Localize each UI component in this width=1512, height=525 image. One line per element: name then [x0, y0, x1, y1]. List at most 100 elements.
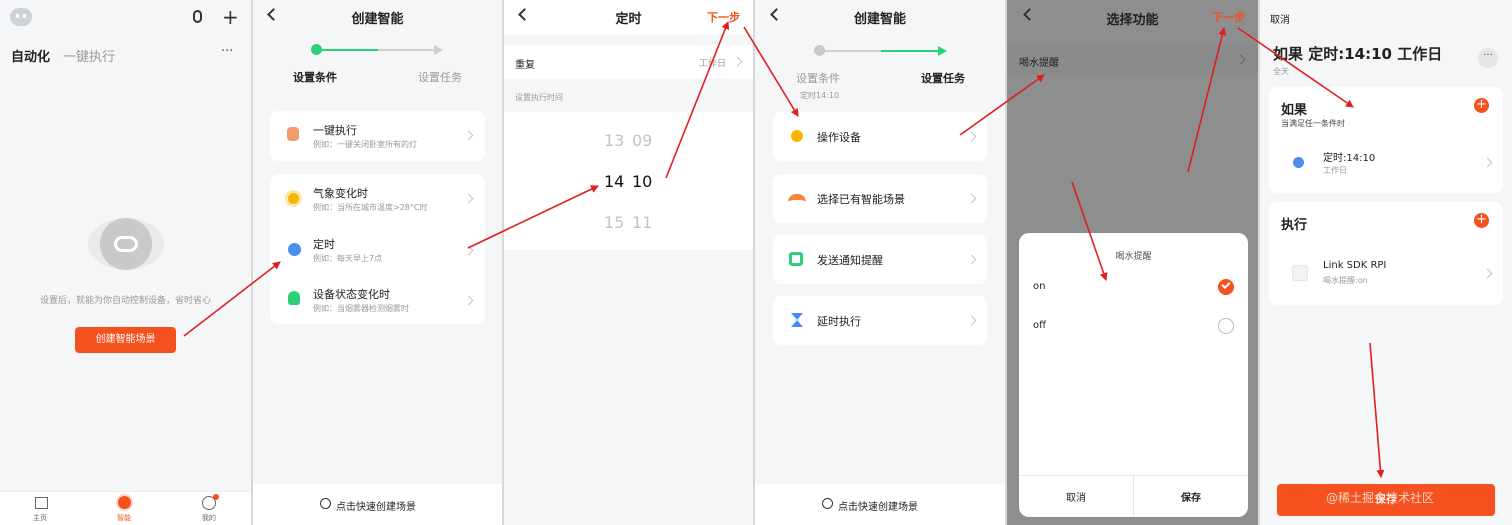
list-item-weather[interactable]: 气象变化时 例如：当所在城市温度>28°C时: [270, 174, 485, 224]
sheet-save-button[interactable]: 保存: [1134, 489, 1248, 504]
hand-tap-icon: [287, 127, 299, 141]
tab-automation[interactable]: 自动化: [11, 46, 50, 65]
hourglass-icon: [791, 313, 803, 320]
device-icon: [1292, 265, 1308, 281]
quick-create-footer[interactable]: 点击快速创建场景: [755, 484, 1005, 525]
list-item-device-state[interactable]: 设备状态变化时 例如：当烟雾器检测烟雾时: [270, 278, 485, 324]
more-icon[interactable]: ···: [221, 44, 233, 59]
list-item-oneclick[interactable]: 一键执行 例如：一键关闭卧室所有的灯: [270, 111, 485, 161]
if-title: 如果: [1281, 103, 1308, 118]
time-picker[interactable]: 13 09 14 10 15 11: [504, 112, 753, 250]
task-item-existing-scene[interactable]: 选择已有智能场景: [773, 174, 987, 223]
add-task-icon[interactable]: +: [1474, 213, 1489, 228]
panel-home-automation: + 自动化 一键执行 ··· 设置后，就能为你自动控制设备，省时省心 创建智能场…: [0, 0, 251, 525]
tab-oneclick[interactable]: 一键执行: [63, 46, 115, 65]
chevron-right-icon: [1482, 268, 1493, 279]
arrow-up-circle-icon: [822, 498, 833, 509]
chevron-right-icon: [463, 130, 474, 141]
more-icon[interactable]: ···: [1478, 48, 1498, 68]
home-icon[interactable]: [35, 497, 48, 509]
step1-label: 设置条件: [796, 72, 840, 85]
add-condition-icon[interactable]: +: [1474, 98, 1489, 113]
picker-minute[interactable]: 11: [632, 213, 652, 232]
unchecked-radio-icon[interactable]: [1218, 318, 1234, 334]
chevron-right-icon: [966, 131, 977, 142]
sunrise-icon: [788, 194, 806, 202]
footer-label: 点击快速创建场景: [336, 502, 416, 513]
next-step-button[interactable]: 下一步: [707, 9, 740, 25]
step-arrow-icon: [434, 45, 443, 55]
condition-group-card: 气象变化时 例如：当所在城市温度>28°C时 定时 例如：每天早上7点 设备状态…: [270, 174, 485, 324]
item-title: 一键执行: [313, 124, 357, 137]
watermark: @稀土掘金技术社区: [1326, 491, 1435, 505]
sheet-cancel-button[interactable]: 取消: [1019, 489, 1133, 504]
picker-minute[interactable]: 09: [632, 131, 652, 150]
nav-home-label[interactable]: 主页: [33, 513, 47, 523]
sheet-title: 喝水提醒: [1115, 252, 1152, 262]
clock-icon: [1293, 157, 1304, 168]
arrow-up-circle-icon: [320, 498, 331, 509]
page-title: 创建智能: [853, 12, 906, 27]
cancel-button[interactable]: 取消: [1270, 11, 1290, 26]
screenshot-strip: + 自动化 一键执行 ··· 设置后，就能为你自动控制设备，省时省心 创建智能场…: [0, 0, 1512, 525]
next-step-button[interactable]: 下一步: [1212, 9, 1245, 25]
picker-hour[interactable]: 15: [604, 213, 624, 232]
step1-sub: 定时14:10: [800, 91, 840, 100]
repeat-row[interactable]: 重复 工作日: [504, 45, 753, 79]
nav-smart-label[interactable]: 智能: [117, 513, 131, 523]
panel-timer: 定时 下一步 重复 工作日 设置执行时间 13 09 14 10 15 11: [504, 0, 753, 525]
empty-hint: 设置后，就能为你自动控制设备，省时省心: [39, 296, 211, 306]
task-item-send-notification[interactable]: 发送通知提醒: [773, 235, 987, 284]
picker-hour[interactable]: 13: [604, 131, 624, 150]
robot-avatar-icon[interactable]: [10, 8, 32, 26]
chevron-right-icon: [966, 315, 977, 326]
if-condition-mode[interactable]: 当满足任一条件时: [1281, 118, 1345, 129]
option-on-label[interactable]: on: [1033, 281, 1045, 292]
chevron-right-icon: [1482, 157, 1493, 168]
footer-label: 点击快速创建场景: [838, 502, 918, 513]
list-item-timer[interactable]: 定时 例如：每天早上7点: [270, 226, 485, 276]
item-title: 气象变化时: [313, 187, 368, 200]
create-scene-button[interactable]: 创建智能场景: [75, 327, 176, 353]
step-arrow-icon: [938, 46, 947, 56]
nav-me-label[interactable]: 我的: [202, 513, 216, 523]
exec-title: 执行: [1281, 218, 1308, 233]
function-label: 喝水提醒: [1019, 58, 1059, 69]
step-progress-done: [322, 49, 378, 51]
notification-dot: [213, 494, 219, 500]
item-title: 定时: [313, 238, 335, 251]
add-icon[interactable]: +: [222, 7, 239, 27]
chevron-right-icon: [966, 193, 977, 204]
scene-subtitle: 全天: [1273, 67, 1289, 76]
task-item-device[interactable]: Link SDK RPI 喝水提醒:on: [1269, 256, 1503, 296]
item-title: 发送通知提醒: [817, 254, 883, 267]
item-sub: 例如：一键关闭卧室所有的灯: [313, 140, 417, 149]
step2-label: 设置任务: [921, 72, 965, 85]
checked-radio-icon[interactable]: [1218, 279, 1234, 295]
function-row[interactable]: 喝水提醒: [1007, 44, 1258, 74]
panel-create-smart-tasks: 创建智能 设置条件 定时14:10 设置任务 操作设备 选择已有智能场景 发送通…: [755, 0, 1005, 525]
scene-title[interactable]: 如果 定时:14:10 工作日: [1273, 43, 1442, 64]
panel-create-smart-conditions: 创建智能 设置条件 设置任务 一键执行 例如：一键关闭卧室所有的灯 气象变化时 …: [253, 0, 502, 525]
step-progress-todo: [378, 49, 436, 51]
sun-icon: [288, 193, 299, 204]
picker-minute-selected[interactable]: 10: [632, 172, 652, 191]
hourglass-icon-bottom: [791, 320, 803, 327]
picker-hour-selected[interactable]: 14: [604, 172, 624, 191]
microphone-icon[interactable]: [193, 10, 202, 23]
bottom-nav: 主页 智能 我的: [0, 491, 251, 525]
item-sub: 例如：每天早上7点: [313, 254, 383, 263]
task-item-operate-device[interactable]: 操作设备: [773, 112, 987, 161]
step-progress-active: [881, 50, 939, 52]
condition-item-timer[interactable]: 定时:14:10 工作日: [1269, 143, 1503, 183]
quick-create-footer[interactable]: 点击快速创建场景: [253, 484, 502, 525]
chevron-right-icon: [463, 295, 474, 306]
item-title: 操作设备: [817, 131, 861, 144]
option-off-label[interactable]: off: [1033, 320, 1046, 331]
step1-dot: [311, 44, 322, 55]
condition-sub: 工作日: [1323, 166, 1347, 175]
function-value-sheet: 喝水提醒 on off 取消 保存: [1019, 233, 1248, 517]
smart-sun-icon[interactable]: [118, 496, 131, 509]
task-item-delay[interactable]: 延时执行: [773, 296, 987, 345]
repeat-value: 工作日: [699, 59, 727, 69]
